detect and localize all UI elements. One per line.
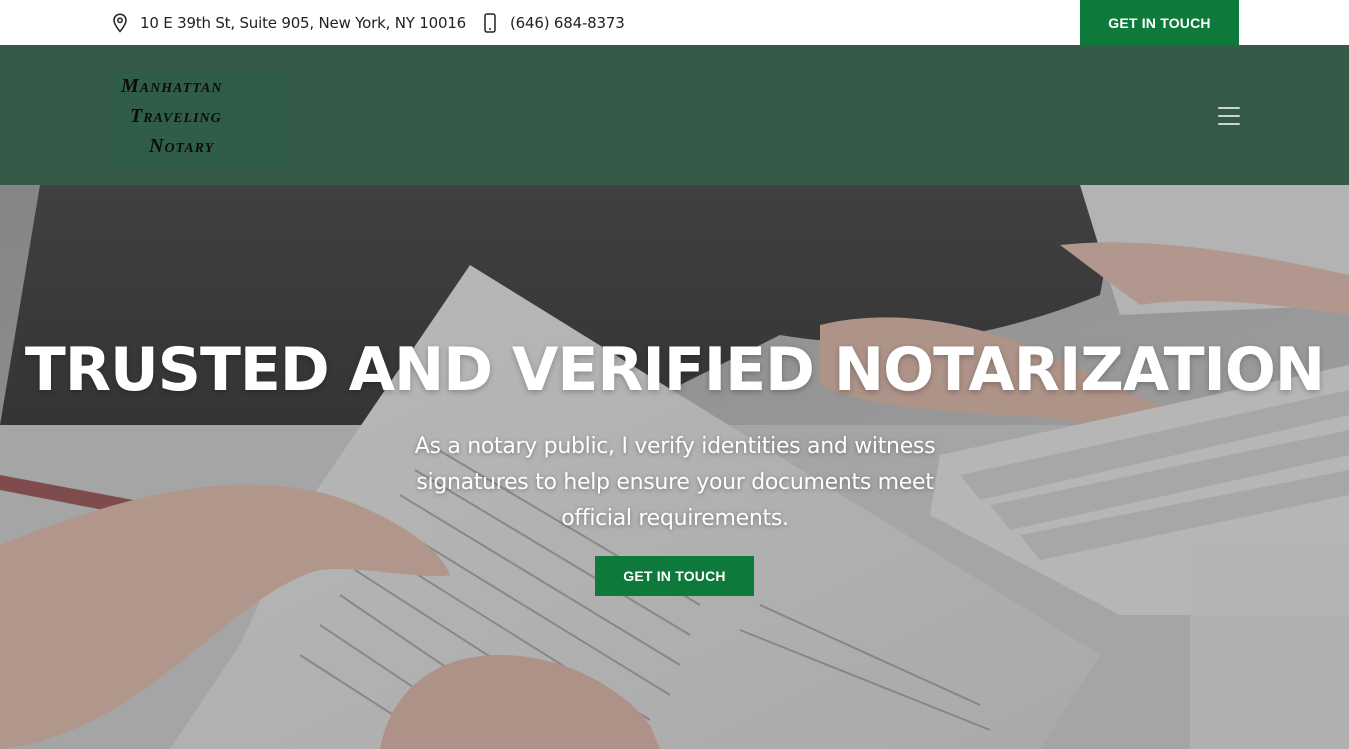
menu-bar xyxy=(1218,115,1240,117)
logo-line-1: Manhattan xyxy=(121,75,223,97)
contact-info: 10 E 39th St, Suite 905, New York, NY 10… xyxy=(111,0,625,45)
phone-link[interactable]: (646) 684-8373 xyxy=(510,14,625,32)
site-header: Manhattan Traveling Notary xyxy=(0,45,1349,185)
hero-title: TRUSTED AND VERIFIED NOTARIZATION xyxy=(24,335,1325,405)
hero-subtitle: As a notary public, I verify identities … xyxy=(414,434,936,531)
logo-line-3: Notary xyxy=(149,135,215,157)
map-pin-icon xyxy=(111,12,129,33)
hamburger-menu-icon[interactable] xyxy=(1213,105,1245,127)
menu-bar xyxy=(1218,107,1240,109)
mobile-phone-icon xyxy=(481,12,499,33)
site-logo[interactable]: Manhattan Traveling Notary xyxy=(113,67,285,165)
top-bar: 10 E 39th St, Suite 905, New York, NY 10… xyxy=(0,0,1349,45)
address-text: 10 E 39th St, Suite 905, New York, NY 10… xyxy=(140,13,467,32)
hero-get-in-touch-button[interactable]: GET IN TOUCH xyxy=(595,556,754,596)
hero-section: TRUSTED AND VERIFIED NOTARIZATION As a n… xyxy=(0,185,1349,749)
menu-bar xyxy=(1218,123,1240,125)
get-in-touch-button[interactable]: GET IN TOUCH xyxy=(1080,0,1239,45)
logo-line-2: Traveling xyxy=(130,105,222,127)
